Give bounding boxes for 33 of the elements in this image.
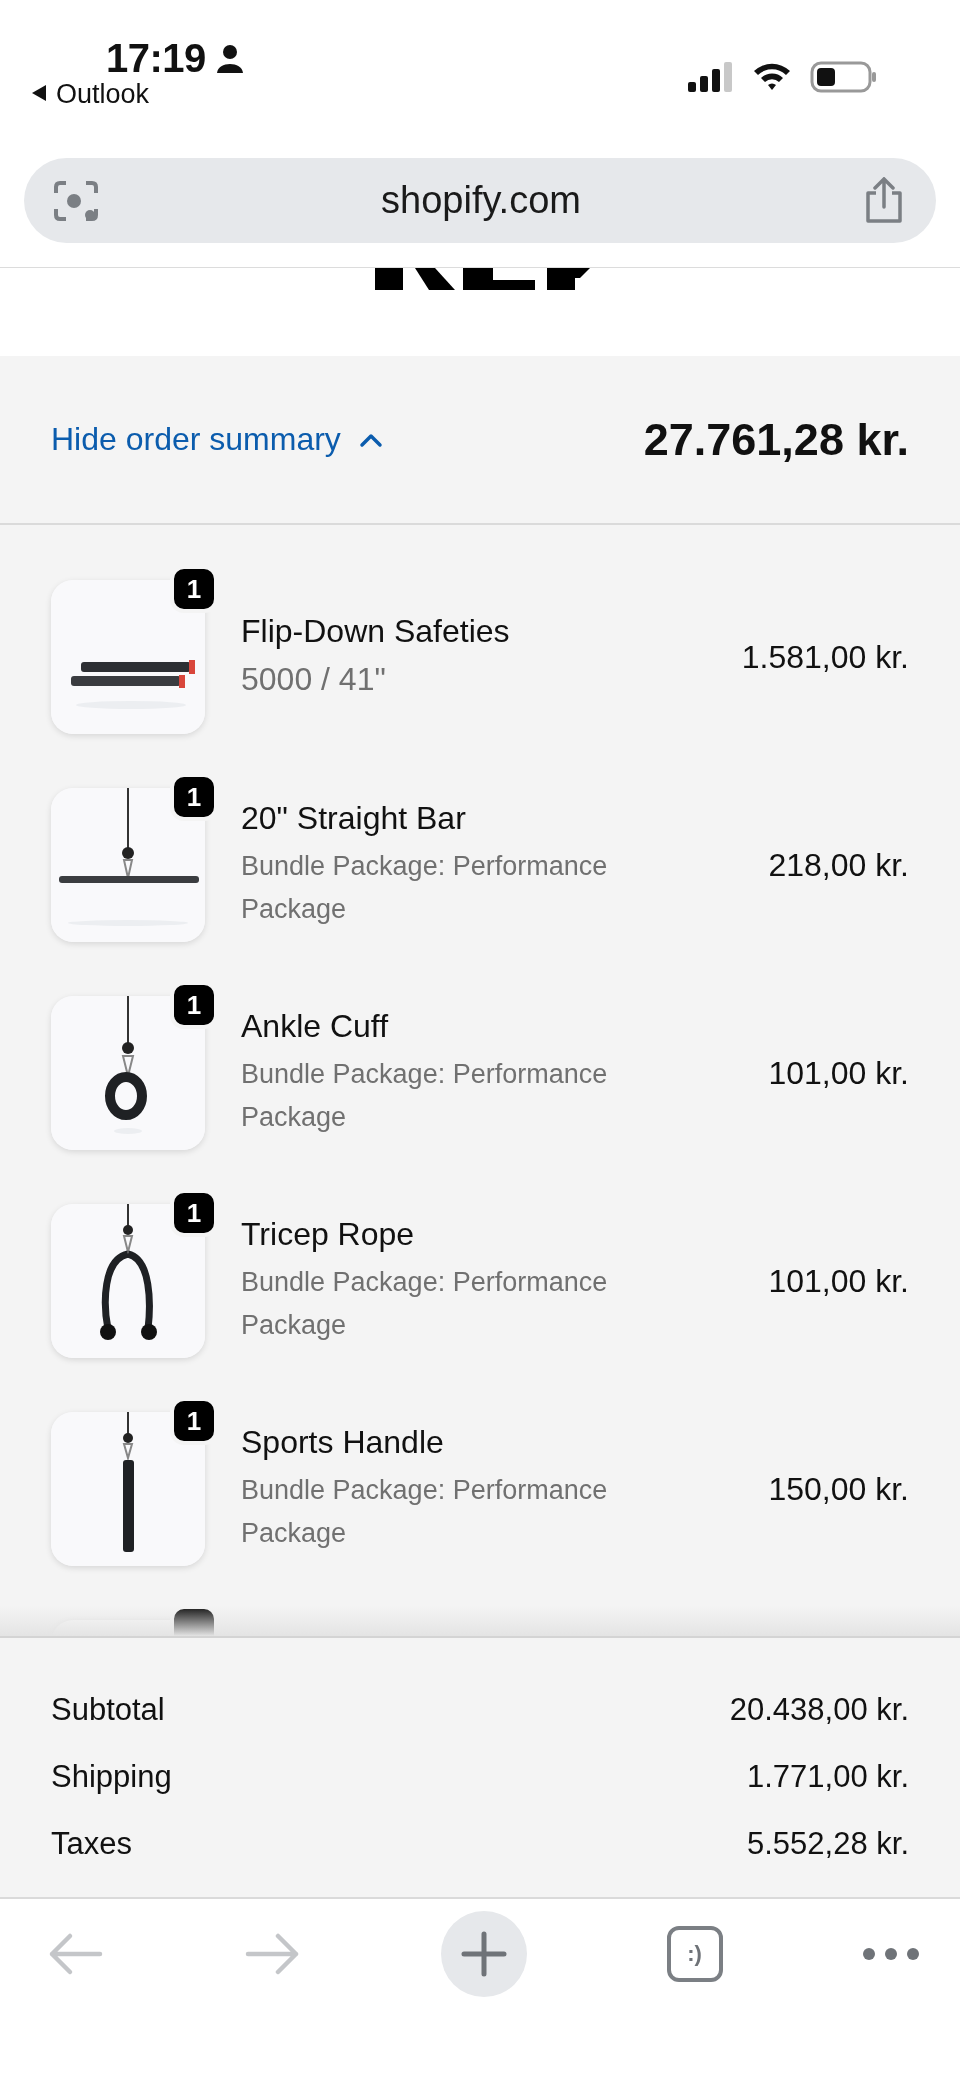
tabs-button[interactable]: :) bbox=[666, 1926, 723, 1982]
product-price: 101,00 kr. bbox=[768, 1262, 909, 1300]
product-variant: Bundle Package: Performance Package bbox=[241, 1265, 609, 1342]
total-label: Taxes bbox=[51, 1826, 132, 1863]
address-bar[interactable]: shopify.com bbox=[24, 158, 936, 243]
product-name: Ankle Cuff bbox=[241, 1007, 390, 1045]
product-name: Tricep Rope bbox=[241, 1215, 416, 1253]
person-icon bbox=[216, 44, 244, 74]
total-value: 5.552,28 kr. bbox=[747, 1826, 909, 1863]
total-label: Shipping bbox=[51, 1759, 172, 1796]
product-name: Flip-Down Safeties bbox=[241, 613, 511, 650]
total-value: 20.438,00 kr. bbox=[729, 1692, 909, 1729]
back-to-app-link[interactable]: Outlook bbox=[56, 79, 150, 110]
order-total: 27.761,28 kr. bbox=[643, 413, 909, 466]
product-name: Sports Handle bbox=[241, 1423, 445, 1461]
total-label: Subtotal bbox=[51, 1692, 165, 1729]
product-price: 218,00 kr. bbox=[768, 846, 909, 884]
product-price: 150,00 kr. bbox=[768, 1470, 909, 1508]
url-text: shopify.com bbox=[381, 179, 581, 222]
clock-time: 17:19 bbox=[106, 36, 206, 81]
hide-order-summary-link[interactable]: Hide order summary bbox=[51, 421, 383, 458]
product-variant: Bundle Package: Performance Package bbox=[241, 1057, 609, 1134]
product-variant: Bundle Package: Performance Package bbox=[241, 1473, 609, 1550]
more-icon[interactable] bbox=[862, 1947, 920, 1961]
product-name: 20" Straight Bar bbox=[241, 799, 467, 837]
back-triangle-icon[interactable] bbox=[30, 84, 48, 102]
plus-icon bbox=[461, 1931, 507, 1977]
product-price: 101,00 kr. bbox=[768, 1054, 909, 1092]
product-variant: 5000 / 41" bbox=[241, 660, 387, 699]
battery-icon bbox=[810, 60, 878, 94]
product-variant: Bundle Package: Performance Package bbox=[241, 849, 609, 926]
total-value: 1.771,00 kr. bbox=[747, 1759, 909, 1796]
product-price: 1.581,00 kr. bbox=[741, 638, 909, 676]
